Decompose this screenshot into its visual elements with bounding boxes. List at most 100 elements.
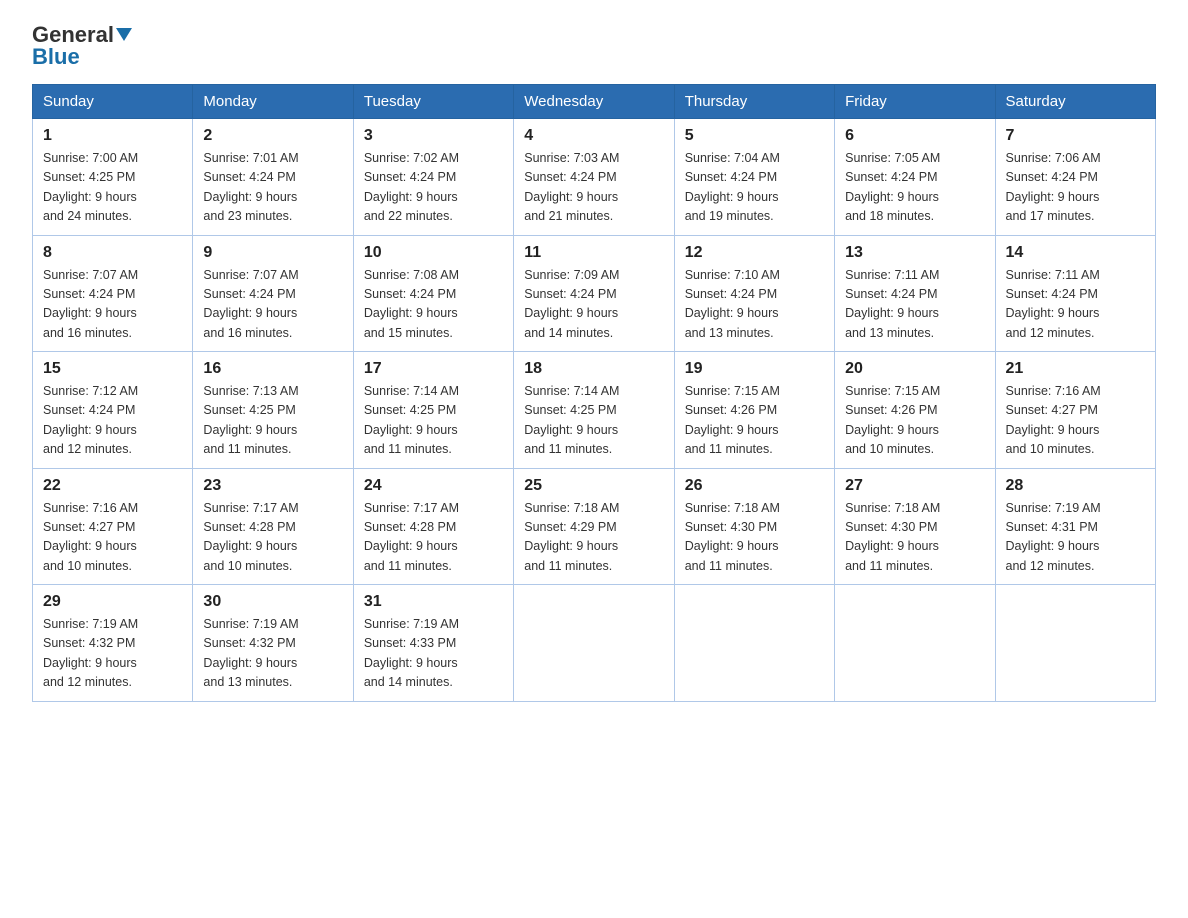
logo-triangle-icon xyxy=(116,28,132,41)
calendar-cell: 6Sunrise: 7:05 AMSunset: 4:24 PMDaylight… xyxy=(835,119,995,236)
calendar-cell: 2Sunrise: 7:01 AMSunset: 4:24 PMDaylight… xyxy=(193,119,353,236)
day-number: 8 xyxy=(43,244,182,262)
week-row-1: 1 Sunrise: 7:00 AMSunset: 4:25 PMDaylight… xyxy=(33,119,1156,236)
calendar-cell: 24 Sunrise: 7:17 AMSunset: 4:28 PMDayligh… xyxy=(353,468,513,585)
logo-general-text: General xyxy=(32,24,132,46)
calendar-cell: 23Sunrise: 7:17 AMSunset: 4:28 PMDayligh… xyxy=(193,468,353,585)
day-info: Sunrise: 7:14 AMSunset: 4:25 PMDaylight:… xyxy=(524,382,663,460)
day-number: 19 xyxy=(685,360,824,378)
calendar-cell: 4 Sunrise: 7:03 AMSunset: 4:24 PMDaylight… xyxy=(514,119,674,236)
day-number: 29 xyxy=(43,593,182,611)
day-info: Sunrise: 7:16 AMSunset: 4:27 PMDaylight:… xyxy=(43,499,182,577)
day-info: Sunrise: 7:12 AMSunset: 4:24 PMDaylight:… xyxy=(43,382,182,460)
weekday-header-friday: Friday xyxy=(835,85,995,119)
day-info: Sunrise: 7:17 AMSunset: 4:28 PMDaylight:… xyxy=(203,499,342,577)
day-number: 21 xyxy=(1006,360,1145,378)
calendar-cell: 11 Sunrise: 7:09 AMSunset: 4:24 PMDayligh… xyxy=(514,235,674,352)
calendar-cell: 15 Sunrise: 7:12 AMSunset: 4:24 PMDayligh… xyxy=(33,352,193,469)
day-info: Sunrise: 7:09 AMSunset: 4:24 PMDaylight:… xyxy=(524,266,663,344)
calendar-cell: 17 Sunrise: 7:14 AMSunset: 4:25 PMDayligh… xyxy=(353,352,513,469)
calendar-cell: 26 Sunrise: 7:18 AMSunset: 4:30 PMDayligh… xyxy=(674,468,834,585)
day-info: Sunrise: 7:08 AMSunset: 4:24 PMDaylight:… xyxy=(364,266,503,344)
calendar-cell xyxy=(835,585,995,702)
calendar-cell: 25 Sunrise: 7:18 AMSunset: 4:29 PMDayligh… xyxy=(514,468,674,585)
day-number: 28 xyxy=(1006,477,1145,495)
day-number: 30 xyxy=(203,593,342,611)
day-number: 15 xyxy=(43,360,182,378)
day-info: Sunrise: 7:07 AMSunset: 4:24 PMDaylight:… xyxy=(43,266,182,344)
day-number: 17 xyxy=(364,360,503,378)
day-number: 31 xyxy=(364,593,503,611)
calendar-cell: 1 Sunrise: 7:00 AMSunset: 4:25 PMDaylight… xyxy=(33,119,193,236)
calendar-cell xyxy=(674,585,834,702)
calendar-cell: 13Sunrise: 7:11 AMSunset: 4:24 PMDayligh… xyxy=(835,235,995,352)
calendar-cell xyxy=(995,585,1155,702)
day-info: Sunrise: 7:13 AMSunset: 4:25 PMDaylight:… xyxy=(203,382,342,460)
day-number: 3 xyxy=(364,127,503,145)
day-info: Sunrise: 7:16 AMSunset: 4:27 PMDaylight:… xyxy=(1006,382,1145,460)
day-number: 11 xyxy=(524,244,663,262)
day-info: Sunrise: 7:18 AMSunset: 4:29 PMDaylight:… xyxy=(524,499,663,577)
day-info: Sunrise: 7:11 AMSunset: 4:24 PMDaylight:… xyxy=(1006,266,1145,344)
day-info: Sunrise: 7:19 AMSunset: 4:32 PMDaylight:… xyxy=(43,615,182,693)
calendar-cell: 14Sunrise: 7:11 AMSunset: 4:24 PMDayligh… xyxy=(995,235,1155,352)
calendar-cell: 31 Sunrise: 7:19 AMSunset: 4:33 PMDayligh… xyxy=(353,585,513,702)
day-info: Sunrise: 7:19 AMSunset: 4:32 PMDaylight:… xyxy=(203,615,342,693)
logo-blue-text: Blue xyxy=(32,46,80,68)
day-number: 2 xyxy=(203,127,342,145)
calendar-cell: 22Sunrise: 7:16 AMSunset: 4:27 PMDayligh… xyxy=(33,468,193,585)
calendar-cell: 10 Sunrise: 7:08 AMSunset: 4:24 PMDayligh… xyxy=(353,235,513,352)
day-number: 9 xyxy=(203,244,342,262)
day-info: Sunrise: 7:19 AMSunset: 4:31 PMDaylight:… xyxy=(1006,499,1145,577)
calendar-cell: 8 Sunrise: 7:07 AMSunset: 4:24 PMDaylight… xyxy=(33,235,193,352)
day-info: Sunrise: 7:00 AMSunset: 4:25 PMDaylight:… xyxy=(43,149,182,227)
day-info: Sunrise: 7:18 AMSunset: 4:30 PMDaylight:… xyxy=(845,499,984,577)
calendar-cell: 5Sunrise: 7:04 AMSunset: 4:24 PMDaylight… xyxy=(674,119,834,236)
day-info: Sunrise: 7:05 AMSunset: 4:24 PMDaylight:… xyxy=(845,149,984,227)
week-row-5: 29 Sunrise: 7:19 AMSunset: 4:32 PMDayligh… xyxy=(33,585,1156,702)
calendar-cell: 9Sunrise: 7:07 AMSunset: 4:24 PMDaylight… xyxy=(193,235,353,352)
week-row-3: 15 Sunrise: 7:12 AMSunset: 4:24 PMDayligh… xyxy=(33,352,1156,469)
day-number: 5 xyxy=(685,127,824,145)
day-info: Sunrise: 7:02 AMSunset: 4:24 PMDaylight:… xyxy=(364,149,503,227)
calendar-table: SundayMondayTuesdayWednesdayThursdayFrid… xyxy=(32,84,1156,702)
day-info: Sunrise: 7:18 AMSunset: 4:30 PMDaylight:… xyxy=(685,499,824,577)
calendar-cell: 3 Sunrise: 7:02 AMSunset: 4:24 PMDaylight… xyxy=(353,119,513,236)
day-number: 18 xyxy=(524,360,663,378)
weekday-header-wednesday: Wednesday xyxy=(514,85,674,119)
logo: General Blue xyxy=(32,24,132,68)
day-info: Sunrise: 7:03 AMSunset: 4:24 PMDaylight:… xyxy=(524,149,663,227)
calendar-cell: 30 Sunrise: 7:19 AMSunset: 4:32 PMDayligh… xyxy=(193,585,353,702)
day-number: 25 xyxy=(524,477,663,495)
weekday-header-tuesday: Tuesday xyxy=(353,85,513,119)
weekday-header-monday: Monday xyxy=(193,85,353,119)
week-row-4: 22Sunrise: 7:16 AMSunset: 4:27 PMDayligh… xyxy=(33,468,1156,585)
day-info: Sunrise: 7:06 AMSunset: 4:24 PMDaylight:… xyxy=(1006,149,1145,227)
calendar-cell: 16 Sunrise: 7:13 AMSunset: 4:25 PMDayligh… xyxy=(193,352,353,469)
calendar-cell: 7Sunrise: 7:06 AMSunset: 4:24 PMDaylight… xyxy=(995,119,1155,236)
day-info: Sunrise: 7:10 AMSunset: 4:24 PMDaylight:… xyxy=(685,266,824,344)
page-header: General Blue xyxy=(32,24,1156,68)
calendar-cell: 19 Sunrise: 7:15 AMSunset: 4:26 PMDayligh… xyxy=(674,352,834,469)
weekday-header-saturday: Saturday xyxy=(995,85,1155,119)
day-number: 27 xyxy=(845,477,984,495)
day-number: 24 xyxy=(364,477,503,495)
day-info: Sunrise: 7:15 AMSunset: 4:26 PMDaylight:… xyxy=(845,382,984,460)
day-number: 12 xyxy=(685,244,824,262)
day-number: 20 xyxy=(845,360,984,378)
weekday-header-thursday: Thursday xyxy=(674,85,834,119)
day-number: 1 xyxy=(43,127,182,145)
day-number: 26 xyxy=(685,477,824,495)
day-number: 4 xyxy=(524,127,663,145)
day-number: 13 xyxy=(845,244,984,262)
day-info: Sunrise: 7:19 AMSunset: 4:33 PMDaylight:… xyxy=(364,615,503,693)
day-number: 16 xyxy=(203,360,342,378)
calendar-cell: 27 Sunrise: 7:18 AMSunset: 4:30 PMDayligh… xyxy=(835,468,995,585)
day-info: Sunrise: 7:14 AMSunset: 4:25 PMDaylight:… xyxy=(364,382,503,460)
calendar-cell: 29 Sunrise: 7:19 AMSunset: 4:32 PMDayligh… xyxy=(33,585,193,702)
weekday-header-sunday: Sunday xyxy=(33,85,193,119)
day-info: Sunrise: 7:17 AMSunset: 4:28 PMDaylight:… xyxy=(364,499,503,577)
calendar-cell: 12 Sunrise: 7:10 AMSunset: 4:24 PMDayligh… xyxy=(674,235,834,352)
day-info: Sunrise: 7:15 AMSunset: 4:26 PMDaylight:… xyxy=(685,382,824,460)
day-number: 10 xyxy=(364,244,503,262)
